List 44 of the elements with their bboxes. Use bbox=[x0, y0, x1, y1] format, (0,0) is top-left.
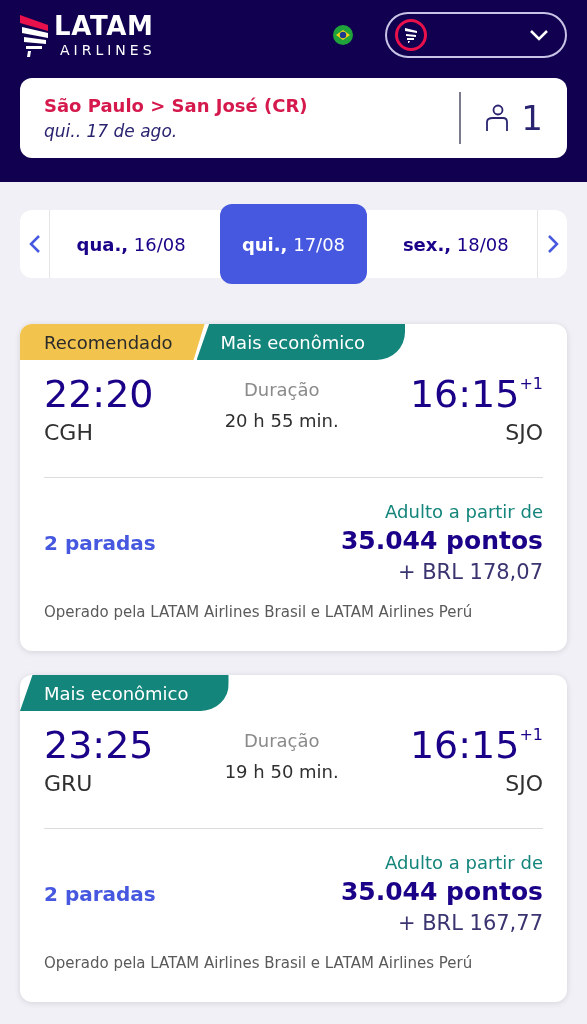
account-dropdown[interactable] bbox=[385, 12, 567, 58]
duration-text: 19 h 50 min. bbox=[224, 760, 339, 784]
price-label: Adulto a partir de bbox=[385, 500, 543, 524]
logo-text: LATAM bbox=[54, 13, 154, 39]
origin-code: CGH bbox=[44, 419, 94, 447]
fee-price: + BRL 167,77 bbox=[397, 910, 543, 937]
duration-label: Duração bbox=[243, 378, 320, 402]
cheapest-tag: Mais econômico bbox=[20, 675, 229, 711]
operator-text: Operado pela LATAM Airlines Brasil e LATAM Airlines Perú bbox=[43, 952, 474, 974]
passenger-count: 1 bbox=[521, 96, 543, 140]
departure-time: 23:25 bbox=[44, 723, 154, 767]
person-icon bbox=[485, 104, 510, 132]
day-offset: +1 bbox=[519, 373, 543, 395]
avatar-icon bbox=[395, 19, 427, 51]
flag-icon[interactable] bbox=[333, 25, 353, 45]
date-tab[interactable]: qui., 17/08 bbox=[220, 204, 367, 284]
logo-subtext: AIRLINES bbox=[60, 43, 156, 57]
date-tab[interactable]: qua., 16/08 bbox=[50, 210, 213, 278]
logo-icon bbox=[20, 13, 50, 57]
price-label: Adulto a partir de bbox=[385, 851, 543, 875]
origin-code: GRU bbox=[44, 770, 94, 798]
duration-text: 20 h 55 min. bbox=[224, 409, 339, 433]
search-summary-card[interactable]: São Paulo > San José (CR) qui.. 17 de ago. 1 bbox=[20, 78, 567, 158]
stops-link[interactable]: 2 paradas bbox=[44, 879, 156, 910]
destination-code: SJO bbox=[505, 419, 543, 447]
departure-time: 22:20 bbox=[44, 372, 154, 416]
route-text: São Paulo > San José (CR) bbox=[44, 93, 308, 118]
points-price: 35.044 pontos bbox=[340, 876, 543, 908]
duration-label: Duração bbox=[243, 729, 320, 753]
arrival-time: 16:15 bbox=[409, 372, 520, 416]
chevron-down-icon bbox=[529, 29, 549, 41]
operator-text: Operado pela LATAM Airlines Brasil e LATAM Airlines Perú bbox=[43, 601, 474, 623]
points-price: 35.044 pontos bbox=[340, 525, 543, 557]
destination-code: SJO bbox=[505, 770, 543, 798]
arrival-time: 16:15 bbox=[409, 723, 520, 767]
date-tab[interactable]: sex., 18/08 bbox=[374, 210, 537, 278]
chevron-left-icon bbox=[28, 234, 41, 254]
stops-link[interactable]: 2 paradas bbox=[44, 528, 156, 559]
chevron-right-icon bbox=[546, 234, 559, 254]
date-text: qui.. 17 de ago. bbox=[44, 119, 179, 143]
cheapest-tag: Mais econômico bbox=[196, 324, 406, 360]
recommended-tag: Recomendado bbox=[20, 324, 205, 360]
fee-price: + BRL 178,07 bbox=[397, 559, 543, 586]
day-offset: +1 bbox=[519, 724, 543, 746]
